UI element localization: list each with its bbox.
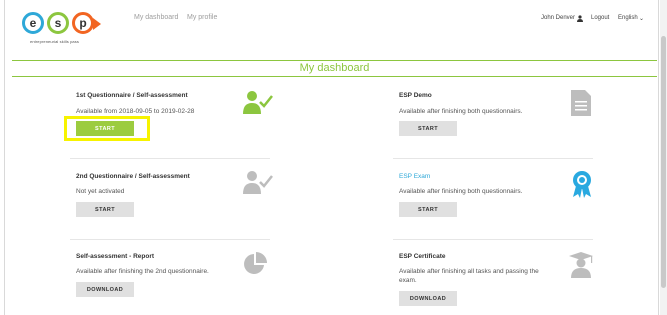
certificate-download-button[interactable]: DOWNLOAD <box>399 291 457 306</box>
title-rule-bottom <box>12 76 657 77</box>
divider <box>70 239 270 240</box>
esp-logo[interactable]: e s p entrepreneurial skills pass <box>22 12 112 52</box>
divider <box>393 239 593 240</box>
graduate-icon <box>569 252 593 278</box>
user-name: John Denver <box>541 15 576 21</box>
card-report-status: Available after finishing the 2nd questi… <box>76 268 209 275</box>
document-icon <box>571 90 591 116</box>
right-border <box>658 0 659 315</box>
nav-my-dashboard[interactable]: My dashboard <box>134 14 178 21</box>
page-title: My dashboard <box>299 62 370 74</box>
scrollbar-thumb[interactable] <box>661 36 666 288</box>
pie-chart-icon <box>244 252 267 274</box>
card-exam-status: Available after finishing both questionn… <box>399 188 523 195</box>
q1-start-button[interactable]: START <box>76 121 134 136</box>
chevron-down-icon[interactable]: ⌄ <box>639 15 644 22</box>
left-border <box>4 0 5 315</box>
card-q2-title: 2nd Questionnaire / Self-assessment <box>76 173 190 180</box>
exam-start-button[interactable]: START <box>399 202 457 217</box>
user-check-icon <box>243 171 273 194</box>
nav-my-profile[interactable]: My profile <box>187 14 217 21</box>
report-download-button[interactable]: DOWNLOAD <box>76 282 134 297</box>
card-report-title: Self-assessment - Report <box>76 253 155 260</box>
card-certificate-title: ESP Certificate <box>399 253 446 260</box>
logo-letter-s: s <box>47 12 69 34</box>
award-ribbon-icon <box>573 171 591 198</box>
divider <box>393 158 593 159</box>
divider <box>70 158 270 159</box>
card-q1-title: 1st Questionnaire / Self-assessment <box>76 92 188 99</box>
demo-start-button[interactable]: START <box>399 121 457 136</box>
q2-start-button[interactable]: START <box>76 202 134 217</box>
logo-letter-e: e <box>22 12 44 34</box>
card-exam-title[interactable]: ESP Exam <box>399 173 430 180</box>
language-select[interactable]: English <box>618 15 638 21</box>
app-window: e s p entrepreneurial skills pass My das… <box>0 0 667 315</box>
card-q1-availability: Available from 2018-09-05 to 2019-02-28 <box>76 108 195 115</box>
logo-letter-p: p <box>72 12 94 34</box>
card-q2-status: Not yet activated <box>76 188 125 195</box>
card-demo-title: ESP Demo <box>399 92 432 99</box>
user-icon <box>577 15 583 22</box>
logout-link[interactable]: Logout <box>591 15 609 21</box>
card-certificate-status-line1: Available after finishing all tasks and … <box>399 268 539 275</box>
card-demo-status: Available after finishing both questionn… <box>399 108 523 115</box>
logo-tagline: entrepreneurial skills pass <box>30 39 79 44</box>
card-certificate-status-line2: exam. <box>399 277 417 284</box>
title-rule-top <box>12 60 657 61</box>
user-check-icon <box>243 91 273 114</box>
logo-arrow <box>93 18 101 30</box>
